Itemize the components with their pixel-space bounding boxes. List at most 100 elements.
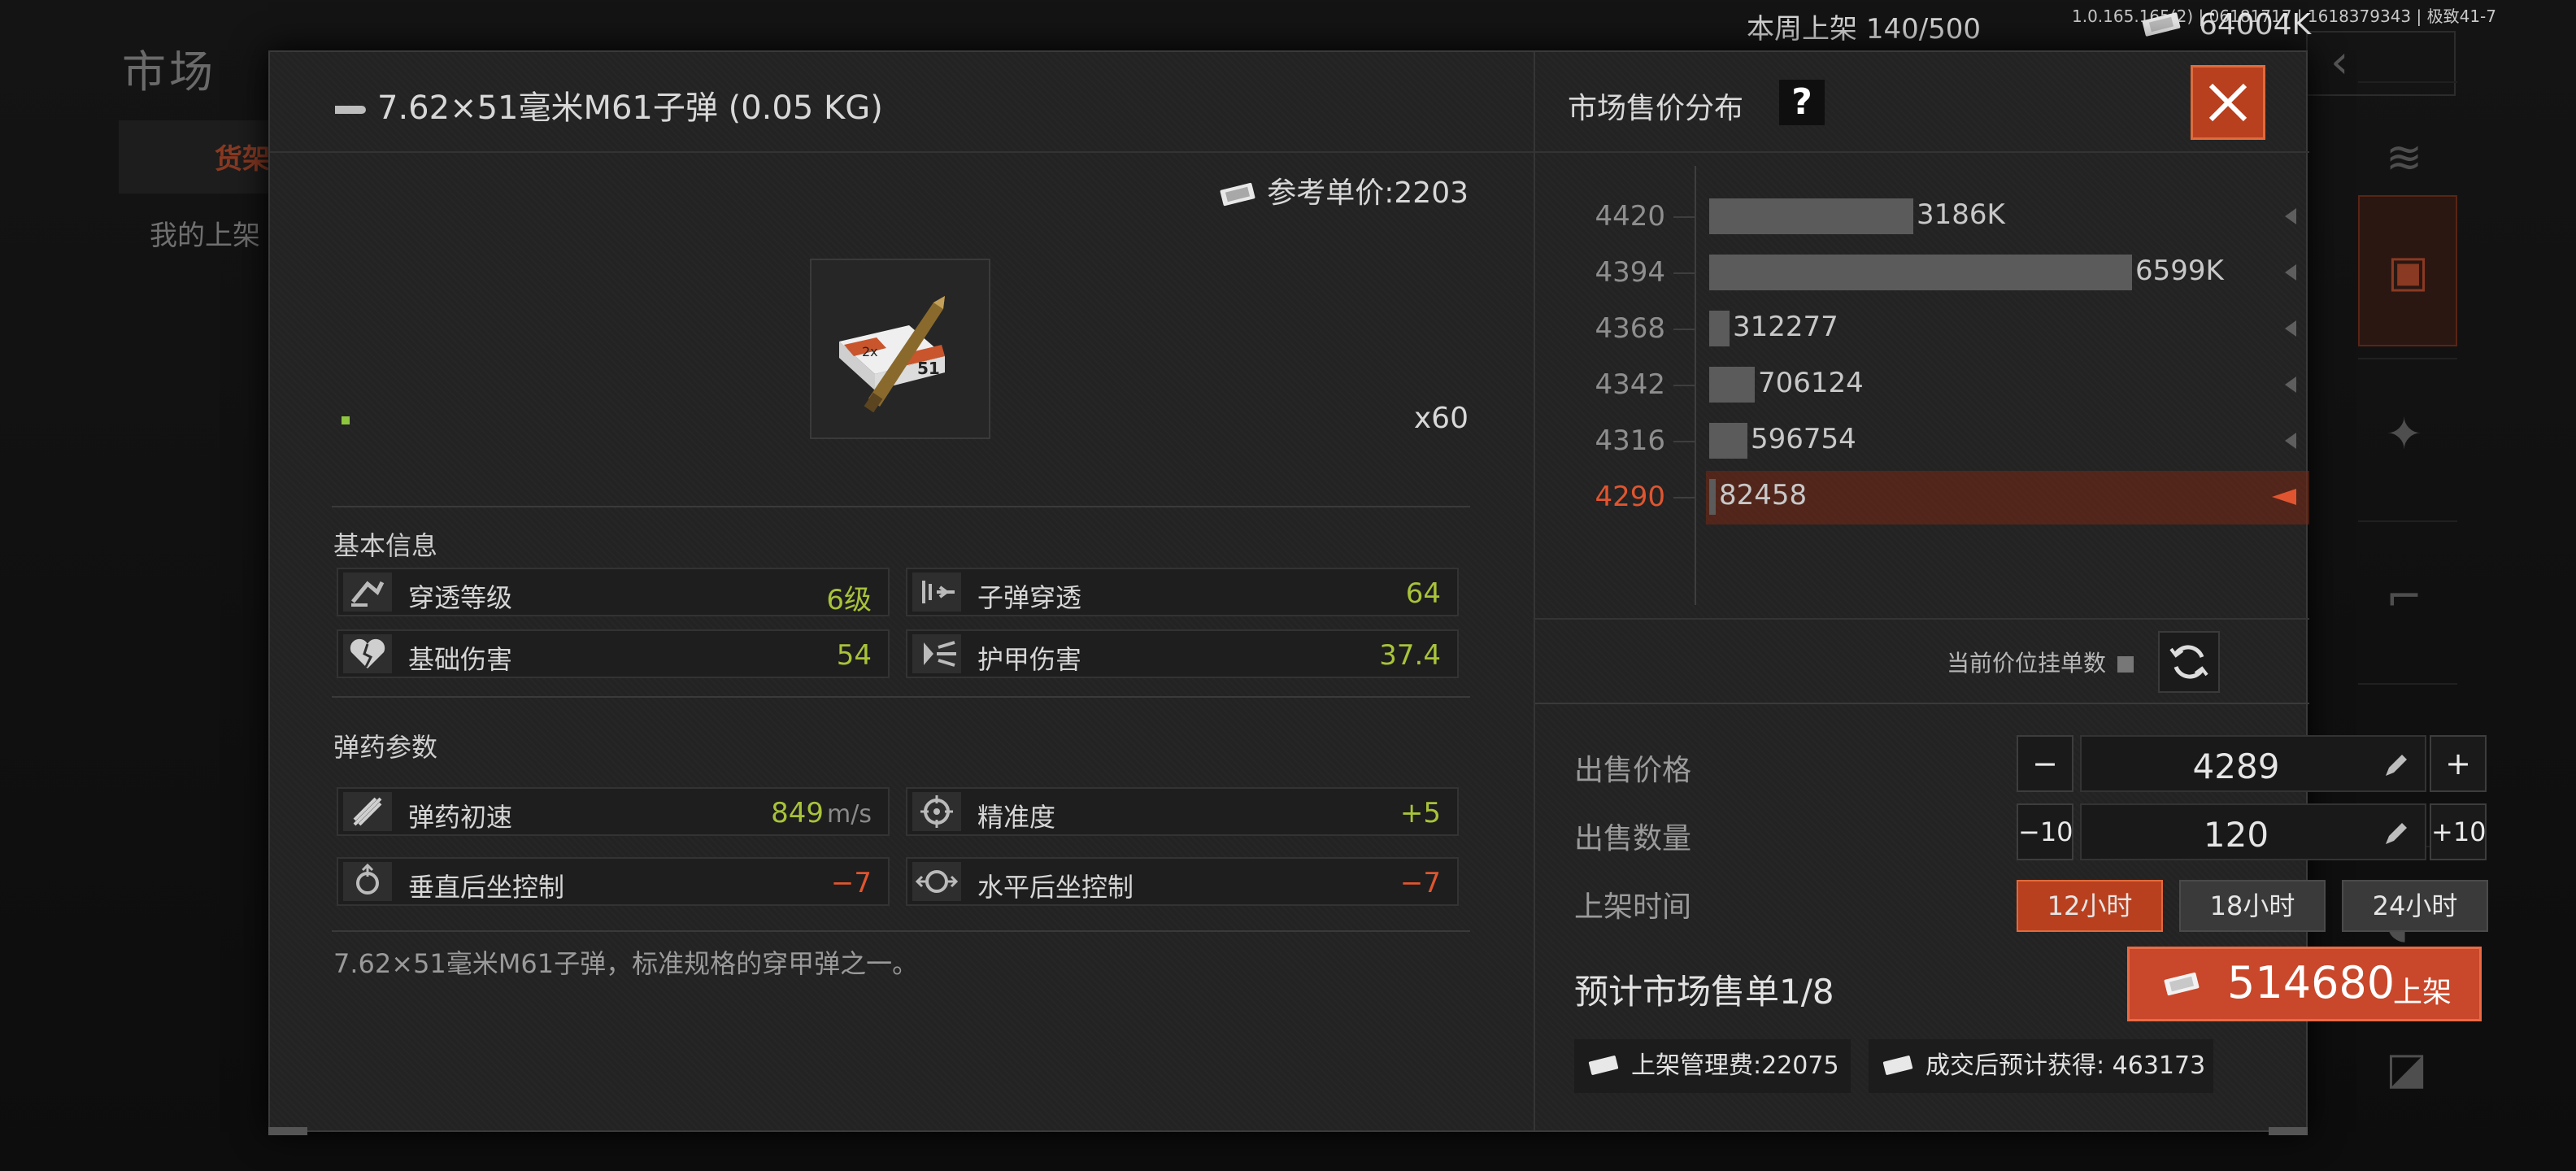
stat-bullet-penetration: 子弹穿透 64: [906, 568, 1459, 616]
sell-quantity-label: 出售数量: [1574, 822, 1692, 855]
gear-icon: ✦: [2386, 408, 2423, 459]
duration-18h-button[interactable]: 18小时: [2179, 880, 2326, 932]
price-increase-button[interactable]: +: [2430, 735, 2487, 792]
caret-left-icon: [2285, 433, 2296, 449]
bar-value-label: 312277: [1733, 311, 1838, 343]
refresh-button[interactable]: [2158, 631, 2220, 693]
money-icon: [2164, 972, 2200, 996]
money-icon: [1588, 1056, 1619, 1075]
basic-info-label: 基本信息: [333, 530, 438, 561]
divider: [332, 506, 1470, 507]
item-title: 7.62×51毫米M61子弹 (0.05 KG): [335, 81, 883, 128]
item-thumbnail[interactable]: 51 2x: [810, 259, 990, 439]
listing-time-label: 上架时间: [1574, 890, 1692, 924]
sell-price-field[interactable]: 4289: [2080, 735, 2426, 792]
stat-vertical-recoil: 垂直后坐控制 −7: [337, 857, 890, 906]
sell-price-value: 4289: [2192, 747, 2280, 786]
pencil-icon[interactable]: [2381, 818, 2412, 849]
stat-accuracy: 精准度 +5: [906, 787, 1459, 836]
stat-armor-damage: 护甲伤害 37.4: [906, 629, 1459, 678]
item-description: 7.62×51毫米M61子弹，标准规格的穿甲弹之一。: [333, 948, 919, 979]
reference-price: 参考单价:2203: [1216, 169, 1469, 211]
broken-heart-icon: [343, 634, 392, 673]
chart-bar: [1709, 423, 1747, 459]
money-icon: [1220, 182, 1255, 207]
list-total-amount: 514680: [2227, 957, 2395, 1008]
refresh-icon: [2169, 645, 2208, 679]
sell-quantity-value: 120: [2203, 815, 2269, 855]
caret-left-icon: [2285, 208, 2296, 224]
caret-left-icon: [2285, 377, 2296, 393]
price-row[interactable]: 706124: [1535, 359, 2309, 412]
market-header: 市场售价分布 ?: [1535, 52, 2309, 153]
price-tick-label: 4290: [1595, 481, 1665, 513]
expected-net-income: 成交后预计获得: 463173: [1869, 1039, 2213, 1093]
price-row[interactable]: 312277: [1535, 303, 2309, 356]
money-icon: [1882, 1056, 1913, 1075]
rifle-icon: ⌐: [2386, 571, 2423, 622]
ammo-box-image: 51 2x: [839, 296, 945, 413]
divider: [332, 696, 1470, 698]
duration-12h-button[interactable]: 12小时: [2017, 880, 2163, 932]
coins-stack-icon: ≋: [2386, 132, 2423, 183]
list-item-button[interactable]: 514680 上架: [2127, 947, 2482, 1021]
quantity-minus10-button[interactable]: −10: [2017, 803, 2073, 860]
price-row[interactable]: 596754: [1535, 415, 2309, 468]
stat-horizontal-recoil: 水平后坐控制 −7: [906, 857, 1459, 906]
bullet-penetration-icon: [912, 572, 961, 612]
status-indicator: [342, 416, 350, 424]
vertical-recoil-icon: [343, 862, 392, 901]
back-arrow-icon: ‹: [2330, 36, 2349, 89]
page-title: 市场: [122, 46, 216, 98]
stat-muzzle-velocity: 弹药初速 849 m/s: [337, 787, 890, 836]
chart-bar: [1709, 367, 1755, 403]
tab-shelf[interactable]: 货架: [215, 137, 270, 176]
market-title: 市场售价分布: [1568, 92, 1744, 125]
divider: [1535, 618, 2309, 620]
item-count: x60: [1413, 402, 1469, 435]
list-button-label: 上架: [2393, 976, 2452, 1009]
stat-base-damage: 基础伤害 54: [337, 629, 890, 678]
price-row[interactable]: 3186K: [1535, 190, 2309, 244]
close-icon: [2208, 83, 2247, 122]
ammo-params-label: 弹药参数: [333, 732, 438, 763]
current-listing-count-label: 当前价位挂单数: [1947, 646, 2134, 678]
sell-price-label: 出售价格: [1574, 754, 1692, 787]
svg-text:51: 51: [917, 359, 940, 378]
bar-value-label: 596754: [1751, 423, 1856, 455]
close-button[interactable]: [2191, 65, 2265, 140]
sell-quantity-field[interactable]: 120: [2080, 803, 2426, 860]
armor-damage-icon: [912, 634, 961, 673]
price-distribution-chart: 4420 3186K 4394 6599K 4368 312277 4342 706124 43…: [1535, 155, 2309, 618]
bar-value-label: 82458: [1719, 479, 1808, 511]
caret-left-icon: [2272, 489, 2296, 505]
sidebar-item-gear[interactable]: ✦: [2358, 358, 2457, 509]
caret-left-icon: [2285, 320, 2296, 337]
price-row[interactable]: 82458: [1706, 471, 2309, 525]
chart-bar: [1709, 255, 2132, 290]
penetration-level-icon: [343, 572, 392, 612]
duration-24h-button[interactable]: 24小时: [2342, 880, 2488, 932]
money-icon: [2142, 12, 2181, 37]
pencil-icon[interactable]: [2381, 750, 2412, 781]
chart-bar: [1709, 479, 1716, 515]
price-row[interactable]: 6599K: [1535, 246, 2309, 300]
item-header: 7.62×51毫米M61子弹 (0.05 KG): [270, 52, 1534, 153]
stat-penetration-level: 穿透等级 6级: [337, 568, 890, 616]
divider: [332, 930, 1470, 932]
quantity-plus10-button[interactable]: +10: [2430, 803, 2487, 860]
help-button[interactable]: ?: [1779, 80, 1825, 125]
bar-value-label: 706124: [1758, 367, 1864, 399]
divider: [1535, 703, 2309, 704]
sidebar-item-rifle[interactable]: ⌐: [2358, 520, 2457, 672]
market-panel: 市场售价分布 ? 4420 3186K 4394 6599K 4368 312277 434…: [1535, 52, 2488, 1130]
svg-text:2x: 2x: [862, 344, 878, 359]
legend-square: [2117, 656, 2134, 673]
sale-forecast: 预计市场售单1/8: [1574, 972, 1834, 1012]
bar-value-label: 3186K: [1917, 198, 2005, 231]
price-decrease-button[interactable]: −: [2017, 735, 2073, 792]
sidebar-item-ammo[interactable]: ▣: [2358, 195, 2457, 346]
listing-fee: 上架管理费:22075: [1574, 1039, 1851, 1093]
money-display: 64004K: [2139, 8, 2311, 41]
item-info-panel: 7.62×51毫米M61子弹 (0.05 KG) 参考单价:2203 51 2x…: [270, 52, 1535, 1130]
